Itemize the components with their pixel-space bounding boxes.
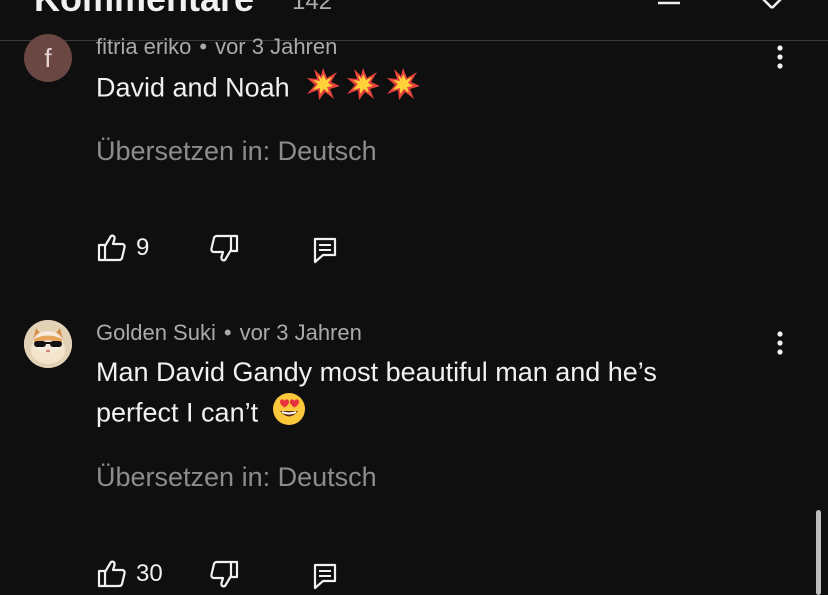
avatar[interactable]	[24, 320, 72, 368]
like-count: 30	[136, 560, 163, 587]
meta-separator: •	[223, 320, 232, 345]
like-icon[interactable]	[96, 232, 128, 264]
comment-time: vor 3 Jahren	[239, 320, 362, 345]
comment-meta: fitria eriko • vor 3 Jahren	[96, 34, 337, 60]
more-options-icon[interactable]	[770, 44, 790, 74]
like-count: 9	[136, 234, 150, 261]
heart-eyes-emoji	[272, 392, 306, 437]
translate-link[interactable]: Übersetzen in: Deutsch	[96, 462, 377, 493]
scrollbar[interactable]	[816, 510, 821, 595]
dislike-icon[interactable]	[208, 232, 240, 264]
dislike-icon[interactable]	[208, 558, 240, 590]
translate-link[interactable]: Übersetzen in: Deutsch	[96, 136, 377, 167]
more-options-icon[interactable]	[770, 330, 790, 360]
comment-author[interactable]: fitria eriko	[96, 34, 191, 59]
comment-text: Man David Gandy most beautiful man and h…	[96, 352, 736, 437]
avatar[interactable]: f	[24, 34, 72, 82]
comment-text: David and Noah	[96, 67, 736, 112]
comment-time: vor 3 Jahren	[215, 34, 338, 59]
sort-icon[interactable]	[656, 0, 696, 6]
comments-count: 142	[292, 0, 333, 15]
comment-meta: Golden Suki • vor 3 Jahren	[96, 320, 362, 346]
like-icon[interactable]	[96, 558, 128, 590]
collision-emoji	[305, 67, 425, 112]
comments-title: Kommentare	[34, 0, 254, 20]
close-icon[interactable]	[752, 0, 790, 10]
meta-separator: •	[199, 34, 208, 59]
reply-icon[interactable]	[312, 560, 338, 592]
comment-author[interactable]: Golden Suki	[96, 320, 216, 345]
reply-icon[interactable]	[312, 234, 338, 266]
